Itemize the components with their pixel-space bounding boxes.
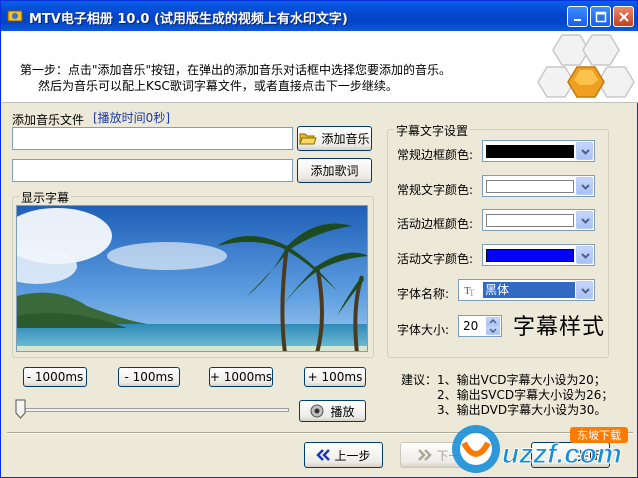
add-lyric-label: 添加歌词 bbox=[310, 164, 359, 178]
maximize-icon bbox=[595, 11, 607, 23]
lyric-path-input[interactable] bbox=[12, 159, 293, 182]
minimize-button[interactable] bbox=[567, 6, 588, 27]
dropdown-arrow[interactable] bbox=[576, 246, 593, 264]
advice-title: 建议： bbox=[401, 373, 438, 387]
chevron-down-icon bbox=[581, 288, 590, 294]
minimize-icon bbox=[574, 19, 581, 21]
font-size-label: 字体大小: bbox=[397, 323, 450, 337]
plus-100ms-button[interactable]: + 100ms bbox=[304, 367, 366, 387]
svg-text:T: T bbox=[469, 288, 475, 297]
normal-text-color-label: 常规文字颜色: bbox=[397, 183, 474, 197]
chevron-down-icon bbox=[489, 328, 497, 334]
minus-100ms-button[interactable]: - 100ms bbox=[118, 367, 180, 387]
active-text-color-swatch bbox=[486, 249, 574, 262]
play-label: 播放 bbox=[330, 404, 355, 419]
previous-step-button[interactable]: 上一步 bbox=[304, 442, 383, 468]
play-button[interactable]: 播放 bbox=[299, 400, 366, 422]
subtitle-settings-caption: 字幕文字设置 bbox=[394, 122, 471, 139]
window-title: MTV电子相册 10.0 (试用版生成的视频上有水印文字) bbox=[29, 12, 348, 27]
step-instruction-line2: 然后为音乐可以配上KSC歌词字幕文件，或者直接点击下一步继续。 bbox=[38, 79, 398, 93]
active-border-color-label: 活动边框颜色: bbox=[397, 217, 474, 231]
close-window-button[interactable] bbox=[613, 6, 634, 27]
add-music-button[interactable]: 添加音乐 bbox=[297, 126, 372, 151]
font-size-value: 20 bbox=[463, 319, 479, 333]
uzzf-watermark-logo: 东坡下载 uzzf.com bbox=[452, 425, 628, 473]
advice-line2: 2、输出SVCD字幕大小设为26； bbox=[437, 388, 614, 402]
double-chevron-left-icon bbox=[316, 449, 331, 461]
beach-palm-picture bbox=[17, 206, 367, 351]
close-icon bbox=[619, 12, 629, 22]
dropdown-arrow[interactable] bbox=[576, 211, 593, 229]
subtitle-style-sample: 字幕样式 bbox=[513, 315, 606, 340]
playback-slider-track[interactable] bbox=[21, 408, 289, 412]
advice-line1: 1、输出VCD字幕大小设为20； bbox=[437, 373, 606, 387]
spin-up-button[interactable] bbox=[486, 317, 500, 326]
wizard-header: 第一步：点击"添加音乐"按钮，在弹出的添加音乐对话框中选择您要添加的音乐。 然后… bbox=[2, 31, 638, 103]
chevron-down-icon bbox=[581, 149, 590, 155]
logo-text: uzzf.com bbox=[502, 438, 622, 469]
chevron-down-icon bbox=[581, 218, 590, 224]
play-time-label: [播放时间0秒] bbox=[93, 111, 170, 125]
normal-border-color-label: 常规边框颜色: bbox=[397, 148, 474, 162]
dropdown-arrow[interactable] bbox=[576, 281, 593, 299]
font-name-label: 字体名称: bbox=[397, 287, 450, 301]
double-chevron-right-icon bbox=[418, 449, 433, 461]
font-size-stepper[interactable]: 20 bbox=[458, 315, 502, 337]
folder-open-icon bbox=[299, 131, 318, 146]
active-border-color-select[interactable] bbox=[482, 209, 595, 231]
dropdown-arrow[interactable] bbox=[576, 142, 593, 160]
font-name-select[interactable]: TT 黑体 bbox=[458, 279, 595, 301]
minus-1000ms-button[interactable]: - 1000ms bbox=[23, 367, 87, 387]
previous-step-label: 上一步 bbox=[334, 448, 371, 463]
normal-border-color-select[interactable] bbox=[482, 140, 595, 162]
maximize-button[interactable] bbox=[590, 6, 611, 27]
chevron-down-icon bbox=[581, 184, 590, 190]
speaker-icon bbox=[310, 404, 326, 418]
subtitle-preview-image bbox=[16, 205, 368, 352]
dropdown-arrow[interactable] bbox=[576, 177, 593, 195]
step-instruction-line1: 第一步：点击"添加音乐"按钮，在弹出的添加音乐对话框中选择您要添加的音乐。 bbox=[20, 63, 452, 77]
hexagon-logo-icon bbox=[537, 34, 635, 98]
active-border-color-swatch bbox=[486, 214, 574, 227]
app-icon bbox=[7, 10, 23, 22]
active-text-color-select[interactable] bbox=[482, 244, 595, 266]
truetype-font-icon: TT bbox=[464, 283, 478, 300]
advice-text: 建议：1、输出VCD字幕大小设为20； 2、输出SVCD字幕大小设为26； 3、… bbox=[401, 373, 613, 418]
music-path-input[interactable] bbox=[12, 127, 293, 150]
add-lyric-button[interactable]: 添加歌词 bbox=[297, 158, 372, 183]
main-window: MTV电子相册 10.0 (试用版生成的视频上有水印文字) 第一步：点击"添加音… bbox=[0, 0, 638, 478]
chevron-down-icon bbox=[581, 253, 590, 259]
playback-slider-thumb[interactable] bbox=[15, 399, 26, 419]
add-music-label: 添加音乐 bbox=[321, 132, 370, 146]
normal-border-color-swatch bbox=[486, 145, 574, 158]
spin-down-button[interactable] bbox=[486, 326, 500, 335]
plus-1000ms-button[interactable]: + 1000ms bbox=[209, 367, 273, 387]
normal-text-color-swatch bbox=[486, 180, 574, 193]
music-file-label: 添加音乐文件 bbox=[12, 113, 85, 127]
chevron-up-icon bbox=[489, 318, 497, 324]
font-name-value: 黑体 bbox=[483, 282, 575, 298]
preview-caption: 显示字幕 bbox=[19, 189, 72, 206]
title-bar[interactable]: MTV电子相册 10.0 (试用版生成的视频上有水印文字) bbox=[1, 1, 637, 31]
normal-text-color-select[interactable] bbox=[482, 175, 595, 197]
active-text-color-label: 活动文字颜色: bbox=[397, 252, 474, 266]
